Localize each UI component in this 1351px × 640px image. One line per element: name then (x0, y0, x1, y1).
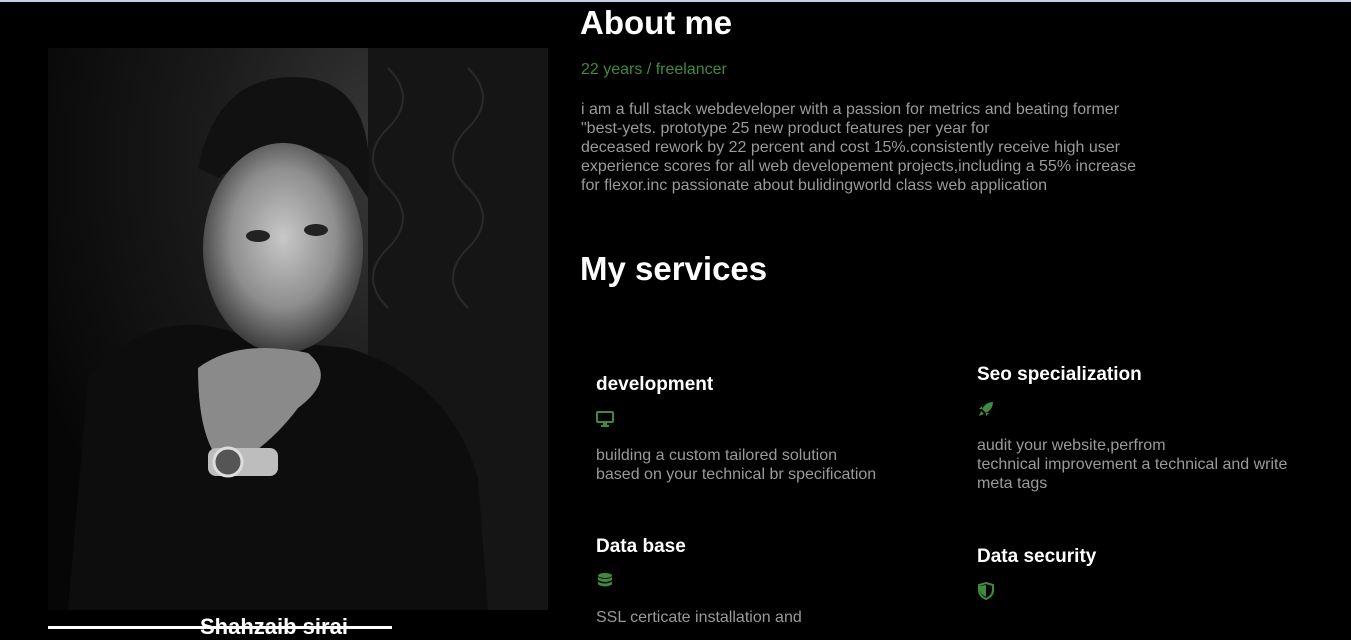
service-title: Seo specialization (977, 364, 1142, 385)
service-seo: Seo specialization audit your website,pe… (977, 364, 1287, 493)
service-desc-line: meta tags (977, 475, 1048, 492)
service-desc: SSL certicate installation and (596, 608, 802, 627)
top-border (0, 0, 1351, 2)
database-icon (598, 573, 612, 587)
service-security: Data security (977, 546, 1096, 600)
about-heading: About me (580, 4, 733, 41)
bio-line: i am a full stack webdeveloper with a pa… (581, 101, 1120, 118)
profile-name: Shahzaib sirai (200, 614, 348, 639)
service-desc-line: building a custom tailored solution (596, 447, 838, 464)
bio-line: for flexor.inc passionate about buliding… (581, 177, 1048, 194)
profile-photo (48, 48, 548, 610)
service-database: Data base SSL certicate installation and (596, 536, 802, 627)
service-title: Data security (977, 546, 1097, 567)
service-desc: building a custom tailored solution base… (596, 446, 876, 484)
rocket-icon (979, 402, 993, 416)
monitor-icon (596, 411, 614, 427)
service-desc-line: based on your technical br specification (596, 466, 877, 483)
services-heading: My services (580, 250, 768, 287)
bio-line: "best-yets. prototype 25 new product fea… (581, 120, 990, 137)
shield-icon (978, 582, 994, 600)
service-desc-line: audit your website,perfrom (977, 437, 1166, 454)
service-desc-line: technical improvement a technical and wr… (977, 456, 1288, 473)
about-bio: i am a full stack webdeveloper with a pa… (581, 100, 1136, 195)
service-title: Data base (596, 536, 686, 557)
service-desc-line: SSL certicate installation and (596, 609, 802, 626)
bio-line: deceased rework by 22 percent and cost 1… (581, 139, 1120, 156)
about-tagline: 22 years / freelancer (581, 61, 727, 78)
service-development: development building a custom tailored s… (596, 374, 876, 484)
bio-line: experience scores for all web developeme… (581, 158, 1136, 175)
service-desc: audit your website,perfrom technical imp… (977, 436, 1287, 493)
service-title: development (596, 374, 714, 395)
